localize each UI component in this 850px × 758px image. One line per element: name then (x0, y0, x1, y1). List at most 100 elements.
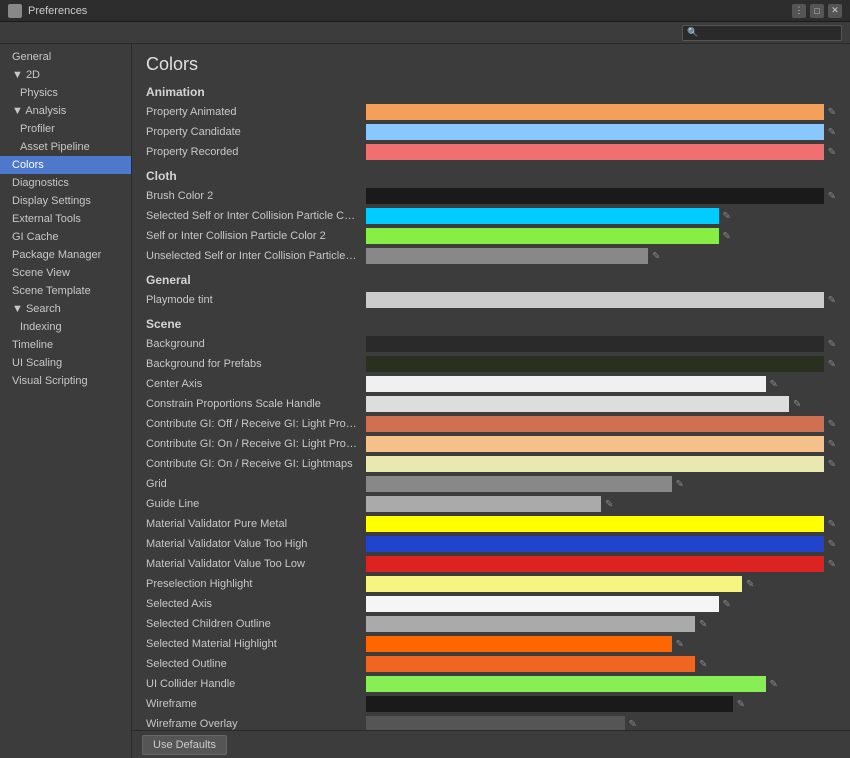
color-bar-container[interactable]: ✎ (366, 292, 836, 308)
menu-button[interactable]: ⋮ (792, 4, 806, 18)
sidebar-item-5[interactable]: Asset Pipeline (0, 138, 131, 156)
edit-icon[interactable]: ✎ (793, 399, 801, 410)
color-bar[interactable] (366, 616, 695, 632)
color-bar-container[interactable]: ✎ (366, 556, 836, 572)
color-bar-container[interactable]: ✎ (366, 596, 836, 612)
sidebar-item-6[interactable]: Colors (0, 156, 131, 174)
edit-icon[interactable]: ✎ (770, 379, 778, 390)
sidebar-item-15[interactable]: Indexing (0, 318, 131, 336)
sidebar-item-4[interactable]: Profiler (0, 120, 131, 138)
color-bar[interactable] (366, 576, 742, 592)
color-bar[interactable] (366, 248, 648, 264)
color-bar-container[interactable]: ✎ (366, 616, 836, 632)
maximize-button[interactable]: □ (810, 4, 824, 18)
color-bar[interactable] (366, 376, 766, 392)
color-bar[interactable] (366, 696, 733, 712)
color-bar[interactable] (366, 124, 824, 140)
color-bar[interactable] (366, 416, 824, 432)
color-bar[interactable] (366, 104, 824, 120)
color-bar-container[interactable]: ✎ (366, 436, 836, 452)
edit-icon[interactable]: ✎ (652, 251, 660, 262)
sidebar-item-17[interactable]: UI Scaling (0, 354, 131, 372)
edit-icon[interactable]: ✎ (699, 659, 707, 670)
edit-icon[interactable]: ✎ (676, 479, 684, 490)
color-bar[interactable] (366, 536, 824, 552)
color-bar-container[interactable]: ✎ (366, 496, 836, 512)
use-defaults-button[interactable]: Use Defaults (142, 735, 227, 755)
color-bar-container[interactable]: ✎ (366, 696, 836, 712)
color-bar-container[interactable]: ✎ (366, 536, 836, 552)
color-bar-container[interactable]: ✎ (366, 476, 836, 492)
color-bar[interactable] (366, 496, 601, 512)
edit-icon[interactable]: ✎ (746, 579, 754, 590)
edit-icon[interactable]: ✎ (828, 127, 836, 138)
color-bar[interactable] (366, 656, 695, 672)
color-bar-container[interactable]: ✎ (366, 516, 836, 532)
color-bar-container[interactable]: ✎ (366, 676, 836, 692)
title-bar-controls[interactable]: ⋮ □ ✕ (792, 4, 842, 18)
color-bar[interactable] (366, 556, 824, 572)
color-bar-container[interactable]: ✎ (366, 396, 836, 412)
color-bar-container[interactable]: ✎ (366, 144, 836, 160)
edit-icon[interactable]: ✎ (828, 147, 836, 158)
color-bar-container[interactable]: ✎ (366, 356, 836, 372)
color-bar[interactable] (366, 436, 824, 452)
sidebar-item-11[interactable]: Package Manager (0, 246, 131, 264)
color-bar-container[interactable]: ✎ (366, 208, 836, 224)
sidebar-item-7[interactable]: Diagnostics (0, 174, 131, 192)
edit-icon[interactable]: ✎ (828, 519, 836, 530)
color-bar[interactable] (366, 292, 824, 308)
edit-icon[interactable]: ✎ (828, 419, 836, 430)
color-bar-container[interactable]: ✎ (366, 124, 836, 140)
search-box[interactable]: 🔍 (682, 25, 842, 41)
edit-icon[interactable]: ✎ (828, 295, 836, 306)
sidebar-item-8[interactable]: Display Settings (0, 192, 131, 210)
sidebar-item-10[interactable]: GI Cache (0, 228, 131, 246)
search-input[interactable] (701, 27, 837, 38)
color-bar[interactable] (366, 188, 824, 204)
edit-icon[interactable]: ✎ (828, 559, 836, 570)
color-bar[interactable] (366, 516, 824, 532)
edit-icon[interactable]: ✎ (723, 211, 731, 222)
sidebar-item-0[interactable]: General (0, 48, 131, 66)
edit-icon[interactable]: ✎ (723, 231, 731, 242)
color-bar[interactable] (366, 356, 824, 372)
edit-icon[interactable]: ✎ (770, 679, 778, 690)
edit-icon[interactable]: ✎ (676, 639, 684, 650)
color-bar[interactable] (366, 676, 766, 692)
color-bar-container[interactable]: ✎ (366, 576, 836, 592)
edit-icon[interactable]: ✎ (828, 107, 836, 118)
edit-icon[interactable]: ✎ (723, 599, 731, 610)
color-bar[interactable] (366, 396, 789, 412)
edit-icon[interactable]: ✎ (737, 699, 745, 710)
sidebar-item-2[interactable]: Physics (0, 84, 131, 102)
edit-icon[interactable]: ✎ (699, 619, 707, 630)
edit-icon[interactable]: ✎ (605, 499, 613, 510)
edit-icon[interactable]: ✎ (828, 459, 836, 470)
color-bar[interactable] (366, 228, 719, 244)
color-bar-container[interactable]: ✎ (366, 228, 836, 244)
color-bar-container[interactable]: ✎ (366, 376, 836, 392)
edit-icon[interactable]: ✎ (828, 359, 836, 370)
edit-icon[interactable]: ✎ (828, 439, 836, 450)
color-bar[interactable] (366, 596, 719, 612)
edit-icon[interactable]: ✎ (629, 719, 637, 730)
color-bar-container[interactable]: ✎ (366, 104, 836, 120)
color-bar[interactable] (366, 636, 672, 652)
color-bar[interactable] (366, 476, 672, 492)
sidebar-item-9[interactable]: External Tools (0, 210, 131, 228)
color-bar-container[interactable]: ✎ (366, 188, 836, 204)
color-bar-container[interactable]: ✎ (366, 336, 836, 352)
color-bar-container[interactable]: ✎ (366, 248, 836, 264)
edit-icon[interactable]: ✎ (828, 339, 836, 350)
close-button[interactable]: ✕ (828, 4, 842, 18)
sidebar-item-14[interactable]: ▼ Search (0, 300, 131, 318)
color-bar[interactable] (366, 336, 824, 352)
sidebar-item-1[interactable]: ▼ 2D (0, 66, 131, 84)
color-bar-container[interactable]: ✎ (366, 416, 836, 432)
sidebar-item-13[interactable]: Scene Template (0, 282, 131, 300)
sidebar-item-3[interactable]: ▼ Analysis (0, 102, 131, 120)
color-bar-container[interactable]: ✎ (366, 456, 836, 472)
color-bar-container[interactable]: ✎ (366, 636, 836, 652)
color-bar-container[interactable]: ✎ (366, 656, 836, 672)
